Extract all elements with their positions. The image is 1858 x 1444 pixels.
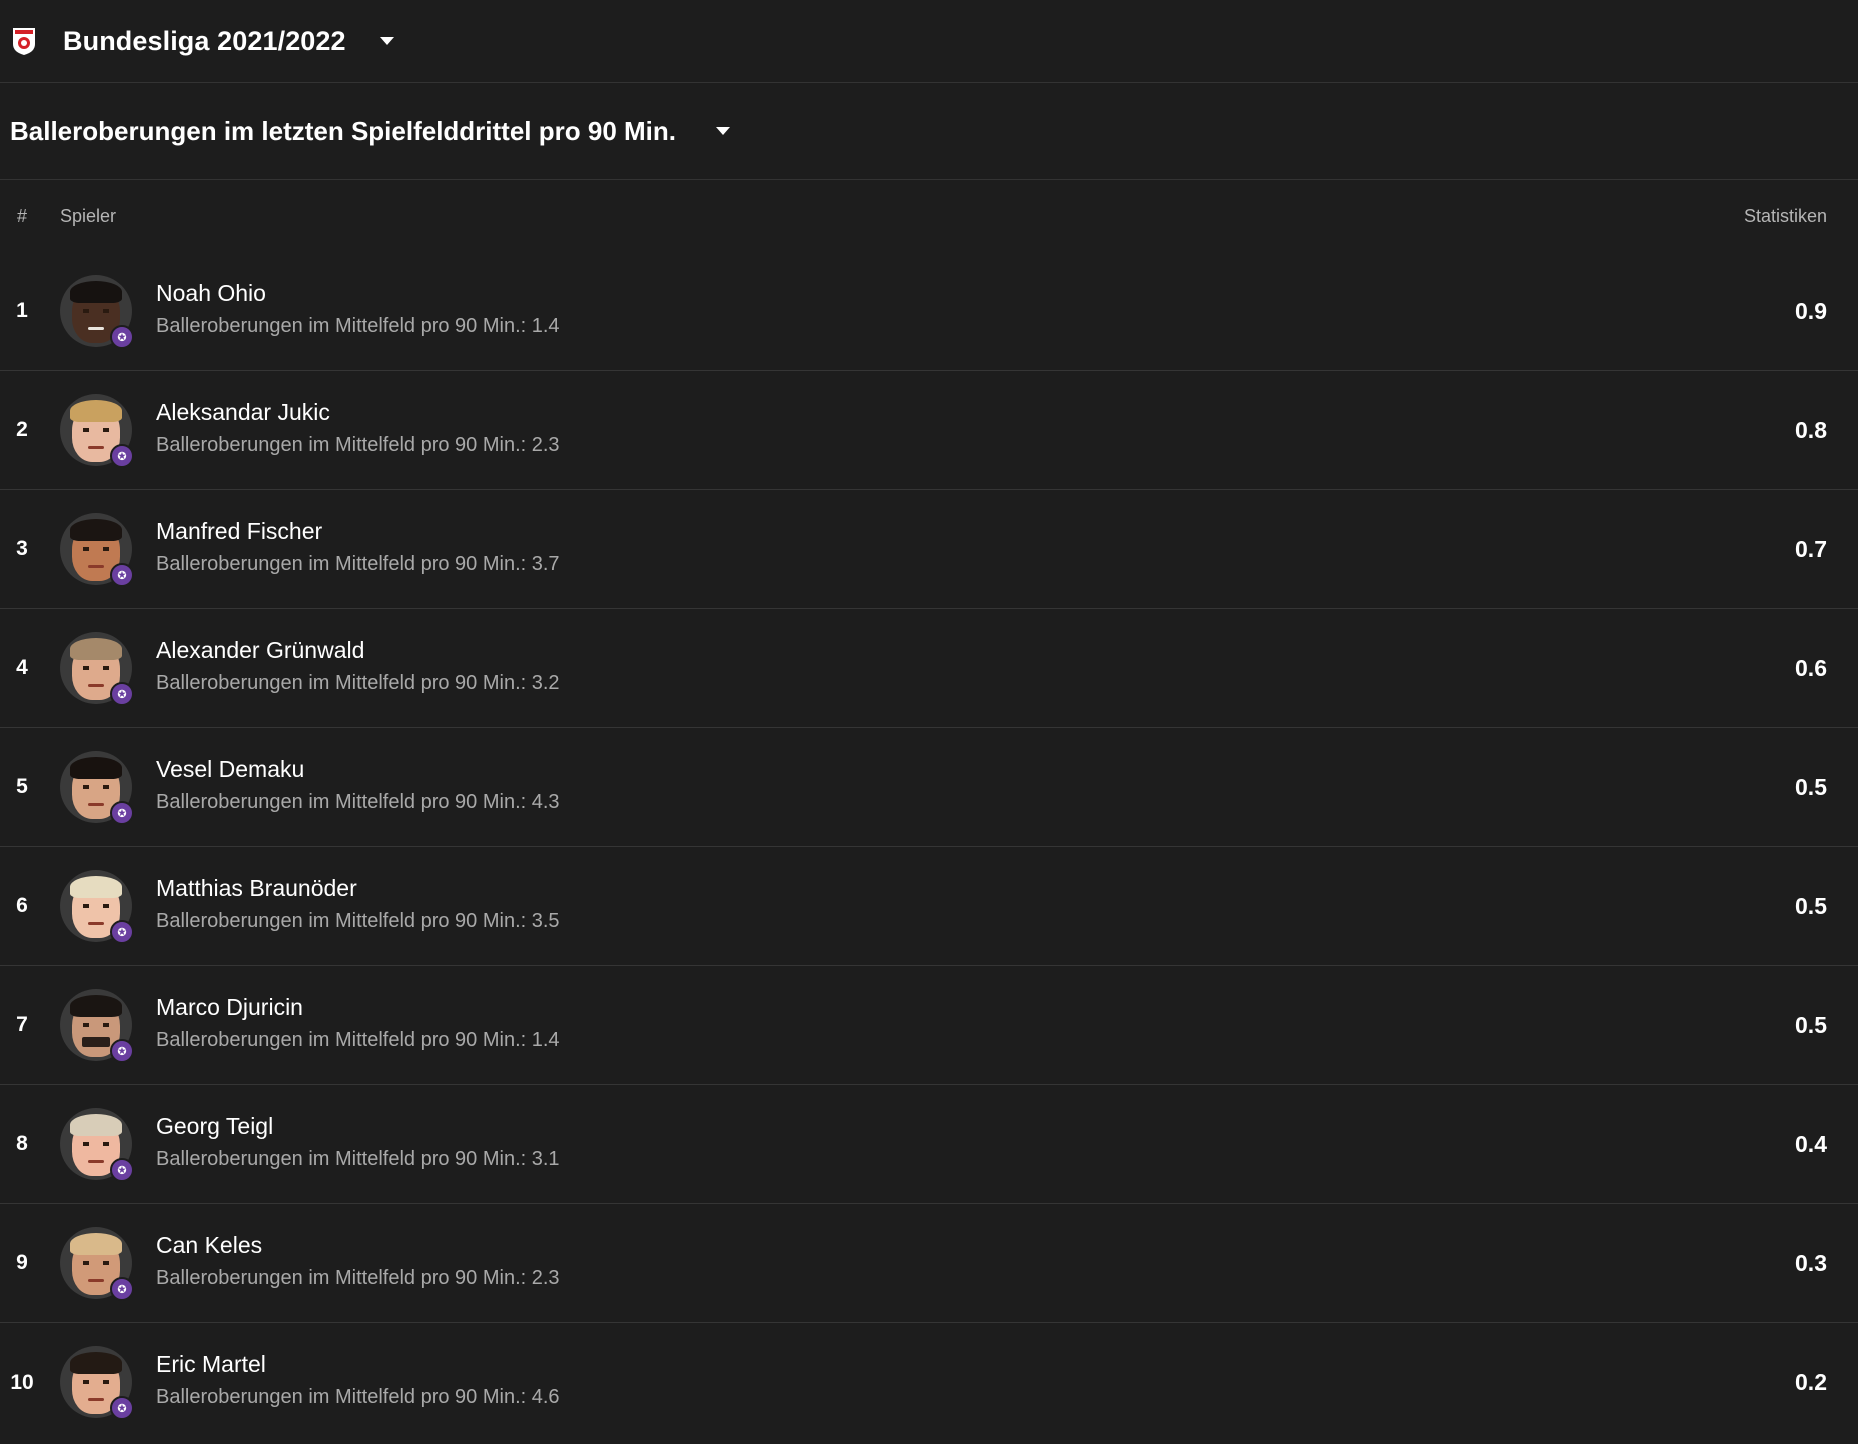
league-dropdown-caret-icon[interactable] [379, 37, 394, 45]
club-badge-icon: ✪ [110, 1039, 134, 1063]
player-stat-value: 0.7 [1795, 535, 1827, 562]
club-badge-icon: ✪ [110, 1396, 134, 1420]
club-badge-icon: ✪ [110, 563, 134, 587]
player-stat-value: 0.5 [1795, 892, 1827, 919]
player-name: Marco Djuricin [156, 994, 303, 1020]
player-row[interactable]: 10 ✪ Eric Martel Balleroberungen im Mitt… [0, 1323, 1858, 1442]
player-substat: Balleroberungen im Mittelfeld pro 90 Min… [156, 553, 560, 575]
player-stat-value: 0.5 [1795, 1011, 1827, 1038]
club-badge-icon: ✪ [110, 801, 134, 825]
player-row[interactable]: 3 ✪ Manfred Fischer Balleroberungen im M… [0, 490, 1858, 609]
player-rank: 3 [16, 537, 28, 560]
player-name: Eric Martel [156, 1351, 266, 1377]
player-rank: 6 [16, 894, 28, 917]
player-avatar: ✪ [60, 870, 134, 944]
player-row[interactable]: 1 ✪ Noah Ohio Balleroberungen im Mittelf… [0, 252, 1858, 371]
player-name: Georg Teigl [156, 1113, 274, 1139]
player-name: Aleksandar Jukic [156, 399, 330, 425]
club-badge-icon: ✪ [110, 920, 134, 944]
bundesliga-logo-icon [13, 28, 35, 55]
player-substat: Balleroberungen im Mittelfeld pro 90 Min… [156, 1029, 560, 1051]
player-substat: Balleroberungen im Mittelfeld pro 90 Min… [156, 434, 560, 456]
player-name: Alexander Grünwald [156, 637, 365, 663]
player-row[interactable]: 6 ✪ Matthias Braunöder Balleroberungen i… [0, 847, 1858, 966]
player-name: Vesel Demaku [156, 756, 305, 782]
player-stat-value: 0.6 [1795, 654, 1827, 681]
player-stat-value: 0.5 [1795, 773, 1827, 800]
player-rank: 10 [10, 1370, 34, 1394]
stat-selector[interactable]: Balleroberungen im letzten Spielfelddrit… [0, 83, 1858, 180]
player-rank: 1 [16, 299, 28, 322]
player-avatar: ✪ [60, 1346, 134, 1420]
player-list: 1 ✪ Noah Ohio Balleroberungen im Mittelf… [0, 252, 1858, 1442]
league-header: Bundesliga 2021/2022 [0, 0, 1858, 83]
player-row[interactable]: 4 ✪ Alexander Grünwald Balleroberungen i… [0, 609, 1858, 728]
column-stats: Statistiken [1743, 205, 1827, 226]
player-avatar: ✪ [60, 394, 134, 468]
player-substat: Balleroberungen im Mittelfeld pro 90 Min… [156, 1148, 560, 1170]
player-row[interactable]: 8 ✪ Georg Teigl Balleroberungen im Mitte… [0, 1085, 1858, 1204]
column-rank: # [17, 205, 28, 226]
player-avatar: ✪ [60, 989, 134, 1063]
player-avatar: ✪ [60, 632, 134, 706]
player-row[interactable]: 7 ✪ Marco Djuricin Balleroberungen im Mi… [0, 966, 1858, 1085]
player-avatar: ✪ [60, 513, 134, 587]
stat-title[interactable]: Balleroberungen im letzten Spielfelddrit… [10, 116, 676, 147]
player-rank: 5 [16, 775, 28, 798]
player-substat: Balleroberungen im Mittelfeld pro 90 Min… [156, 1267, 560, 1289]
player-name: Matthias Braunöder [156, 875, 357, 901]
player-name: Noah Ohio [156, 280, 266, 306]
league-title: Bundesliga 2021/2022 [63, 25, 346, 56]
player-avatar: ✪ [60, 1227, 134, 1301]
player-name: Can Keles [156, 1232, 263, 1258]
player-stat-value: 0.9 [1795, 297, 1827, 324]
player-rank: 9 [16, 1251, 28, 1274]
player-substat: Balleroberungen im Mittelfeld pro 90 Min… [156, 910, 560, 932]
player-row[interactable]: 2 ✪ Aleksandar Jukic Balleroberungen im … [0, 371, 1858, 490]
player-rank: 4 [16, 656, 28, 679]
club-badge-icon: ✪ [110, 682, 134, 706]
player-stat-value: 0.4 [1795, 1130, 1827, 1157]
club-badge-icon: ✪ [110, 1277, 134, 1301]
player-row[interactable]: 5 ✪ Vesel Demaku Balleroberungen im Mitt… [0, 728, 1858, 847]
player-rank: 8 [16, 1132, 28, 1155]
player-row[interactable]: 9 ✪ Can Keles Balleroberungen im Mittelf… [0, 1204, 1858, 1323]
player-substat: Balleroberungen im Mittelfeld pro 90 Min… [156, 791, 560, 813]
player-avatar: ✪ [60, 1108, 134, 1182]
club-badge-icon: ✪ [110, 1158, 134, 1182]
player-substat: Balleroberungen im Mittelfeld pro 90 Min… [156, 315, 560, 337]
player-name: Manfred Fischer [156, 518, 323, 544]
player-rank: 2 [16, 418, 28, 441]
player-stat-value: 0.3 [1795, 1249, 1827, 1276]
player-avatar: ✪ [60, 275, 134, 349]
column-header: # Spieler Statistiken [0, 180, 1858, 252]
stat-dropdown-caret-icon[interactable] [715, 127, 730, 135]
column-player: Spieler [60, 205, 117, 226]
player-stat-value: 0.2 [1795, 1369, 1827, 1395]
player-avatar: ✪ [60, 751, 134, 825]
club-badge-icon: ✪ [110, 325, 134, 349]
player-substat: Balleroberungen im Mittelfeld pro 90 Min… [156, 1386, 560, 1408]
player-rank: 7 [16, 1013, 28, 1036]
player-substat: Balleroberungen im Mittelfeld pro 90 Min… [156, 672, 560, 694]
player-stat-value: 0.8 [1795, 416, 1827, 443]
club-badge-icon: ✪ [110, 444, 134, 468]
